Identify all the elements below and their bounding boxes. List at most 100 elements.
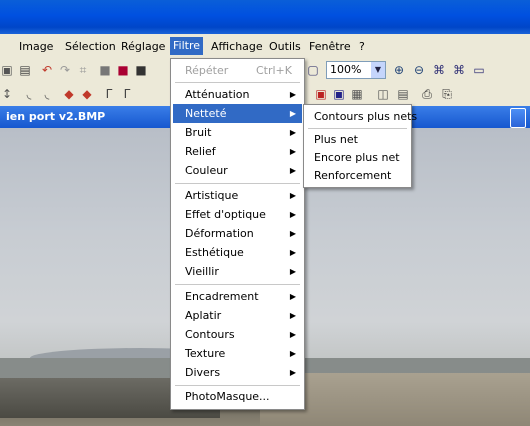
zoom-in-icon[interactable]: ⊕ xyxy=(392,63,406,77)
chevron-right-icon: ▶ xyxy=(289,292,296,301)
menu-item-label: Effet d'optique xyxy=(185,208,266,221)
menu-item-label: Déformation xyxy=(185,227,254,240)
chevron-right-icon: ▶ xyxy=(289,191,296,200)
minimize-button[interactable] xyxy=(510,108,526,128)
menu-item-artistique[interactable]: Artistique ▶ xyxy=(173,186,302,205)
app-title-bar xyxy=(0,0,530,34)
menu-item-label: Aplatir xyxy=(185,309,222,322)
menu-item-label: Esthétique xyxy=(185,246,244,259)
zoom-value: 100% xyxy=(330,63,362,76)
menu-item-label: Plus net xyxy=(314,133,358,146)
menu-image[interactable]: Image xyxy=(16,39,56,55)
menu-item-nettete[interactable]: Netteté ▶ xyxy=(173,104,302,123)
monitor-blue-icon[interactable]: ▣ xyxy=(332,87,346,101)
menu-item-divers[interactable]: Divers ▶ xyxy=(173,363,302,382)
menu-item-photomasque[interactable]: PhotoMasque... xyxy=(173,387,302,406)
submenu-item-renforcement[interactable]: Renforcement xyxy=(306,166,409,185)
menu-item-couleur[interactable]: Couleur ▶ xyxy=(173,161,302,180)
menu-separator xyxy=(175,284,300,285)
menu-item-label: Répéter xyxy=(185,64,229,77)
menu-item-label: Relief xyxy=(185,145,216,158)
menu-item-encadrement[interactable]: Encadrement ▶ xyxy=(173,287,302,306)
menu-outils[interactable]: Outils xyxy=(266,39,304,55)
menu-separator xyxy=(308,128,407,129)
chevron-right-icon: ▶ xyxy=(289,229,296,238)
chevron-right-icon: ▶ xyxy=(289,248,296,257)
full-screen-icon[interactable]: ⌘ xyxy=(432,63,446,77)
menu-selection[interactable]: Sélection xyxy=(62,39,119,55)
chevron-right-icon: ▶ xyxy=(289,109,296,118)
fit-window-icon[interactable]: ▢ xyxy=(306,63,320,77)
chevron-down-icon[interactable]: ▼ xyxy=(371,62,385,78)
move-icon[interactable]: ◟ xyxy=(22,87,36,101)
chevron-right-icon: ▶ xyxy=(289,90,296,99)
corner-plus-icon[interactable]: Γ xyxy=(120,87,134,101)
menu-item-attenuation[interactable]: Atténuation ▶ xyxy=(173,85,302,104)
menu-affichage[interactable]: Affichage xyxy=(208,39,266,55)
menu-item-effet-optique[interactable]: Effet d'optique ▶ xyxy=(173,205,302,224)
menu-item-label: PhotoMasque... xyxy=(185,390,270,403)
menu-item-bruit[interactable]: Bruit ▶ xyxy=(173,123,302,142)
menu-item-esthetique[interactable]: Esthétique ▶ xyxy=(173,243,302,262)
rows-icon[interactable]: ▤ xyxy=(396,87,410,101)
chevron-right-icon: ▶ xyxy=(289,166,296,175)
filtre-menu: Répéter Ctrl+K Atténuation ▶ Netteté ▶ Bru… xyxy=(170,58,305,410)
menu-separator xyxy=(175,385,300,386)
submenu-item-plus-net[interactable]: Plus net xyxy=(306,130,409,149)
zoom-out-icon[interactable]: ⊖ xyxy=(412,63,426,77)
columns-icon[interactable]: ◫ xyxy=(376,87,390,101)
print-preview-icon[interactable]: ⎙ xyxy=(420,87,434,101)
menu-item-relief[interactable]: Relief ▶ xyxy=(173,142,302,161)
document-title: ien port v2.BMP xyxy=(6,110,106,123)
color-select-icon[interactable]: ◆ xyxy=(62,87,76,101)
redo-icon[interactable]: ↷ xyxy=(58,63,72,77)
menu-item-label: Bruit xyxy=(185,126,212,139)
menu-item-repeter[interactable]: Répéter Ctrl+K xyxy=(173,61,302,80)
menu-fenetre[interactable]: Fenêtre xyxy=(306,39,354,55)
chevron-right-icon: ▶ xyxy=(289,330,296,339)
menu-help[interactable]: ? xyxy=(356,39,368,55)
menu-reglage[interactable]: Réglage xyxy=(118,39,168,55)
menu-item-vieillir[interactable]: Vieillir ▶ xyxy=(173,262,302,281)
menu-item-texture[interactable]: Texture ▶ xyxy=(173,344,302,363)
menu-item-label: Atténuation xyxy=(185,88,250,101)
monitor-red-icon[interactable]: ▣ xyxy=(314,87,328,101)
submenu-item-encore-plus-net[interactable]: Encore plus net xyxy=(306,148,409,167)
image-icon[interactable]: ■ xyxy=(98,63,112,77)
zoom-select[interactable]: 100% ▼ xyxy=(326,61,386,79)
nettete-submenu: Contours plus nets Plus net Encore plus … xyxy=(303,104,417,188)
menu-item-label: Contours plus nets xyxy=(314,110,418,123)
chevron-right-icon: ▶ xyxy=(289,267,296,276)
window-fit-icon[interactable]: ⌘ xyxy=(452,63,466,77)
menu-item-label: Divers xyxy=(185,366,221,379)
chevron-right-icon: ▶ xyxy=(289,368,296,377)
grid-icon[interactable]: ▦ xyxy=(350,87,364,101)
print-icon[interactable]: ▣ xyxy=(0,63,14,77)
menu-item-label: Artistique xyxy=(185,189,239,202)
preview-icon[interactable]: ▭ xyxy=(472,63,486,77)
menu-bar: Image Sélection Réglage Filtre Affichage… xyxy=(0,34,530,58)
scanner-icon[interactable]: ▤ xyxy=(18,63,32,77)
effects-icon[interactable]: ■ xyxy=(134,63,148,77)
undo-icon[interactable]: ↶ xyxy=(40,63,54,77)
menu-filtre[interactable]: Filtre xyxy=(170,37,204,55)
chevron-right-icon: ▶ xyxy=(289,147,296,156)
chevron-right-icon: ▶ xyxy=(289,210,296,219)
copy-icon[interactable]: ⎘ xyxy=(440,87,454,101)
menu-item-aplatir[interactable]: Aplatir ▶ xyxy=(173,306,302,325)
menu-item-contours[interactable]: Contours ▶ xyxy=(173,325,302,344)
select-icon[interactable]: ↕ xyxy=(0,87,14,101)
menu-item-label: Netteté xyxy=(185,107,227,120)
menu-item-deformation[interactable]: Déformation ▶ xyxy=(173,224,302,243)
menu-item-label: Renforcement xyxy=(314,169,392,182)
corner-icon[interactable]: Γ xyxy=(102,87,116,101)
color-select-plus-icon[interactable]: ◆ xyxy=(80,87,94,101)
chevron-right-icon: ▶ xyxy=(289,128,296,137)
menu-item-label: Texture xyxy=(185,347,226,360)
crop-icon[interactable]: ⌗ xyxy=(76,63,90,77)
adjust-icon[interactable]: ■ xyxy=(116,63,130,77)
submenu-item-contours-plus-nets[interactable]: Contours plus nets xyxy=(306,107,417,126)
move-plus-icon[interactable]: ◟ xyxy=(40,87,54,101)
menu-separator xyxy=(175,183,300,184)
chevron-right-icon: ▶ xyxy=(289,311,296,320)
